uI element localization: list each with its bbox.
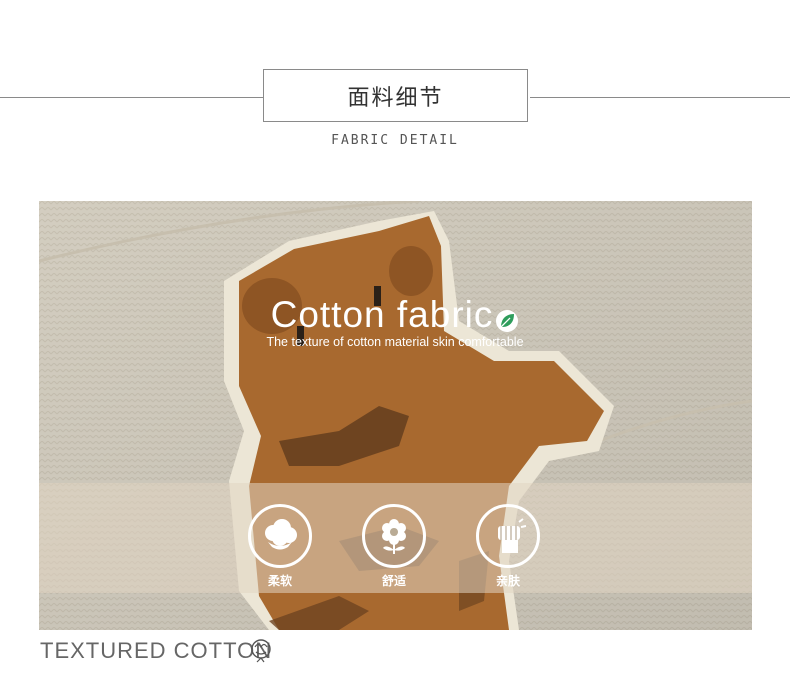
feature-label: 舒适 [381,574,406,588]
feature-label: 柔软 [267,574,292,588]
cotton-flower-icon [248,637,274,667]
footer-caption: TEXTURED COTTON [40,638,273,663]
feature-skin-friendly: 亲肤 [473,504,543,589]
cotton-boll-icon [248,504,312,568]
header-rule-left [0,97,263,98]
fist-icon [476,504,540,568]
headline-text: Cotton fabric [270,294,494,335]
section-title: 面料细节 [347,85,444,111]
flower-icon [362,504,426,568]
feature-comfort: 舒适 [359,504,429,589]
header-rule-right [530,97,790,98]
feature-label: 亲肤 [495,574,520,588]
feature-soft: 柔软 [245,504,315,589]
section-subtitle: FABRIC DETAIL [331,133,459,148]
leaf-icon [495,309,519,337]
tagline: The texture of cotton material skin comf… [266,335,524,349]
title-box: 面料细节 [263,69,528,122]
headline: Cotton fabric [0,294,790,337]
